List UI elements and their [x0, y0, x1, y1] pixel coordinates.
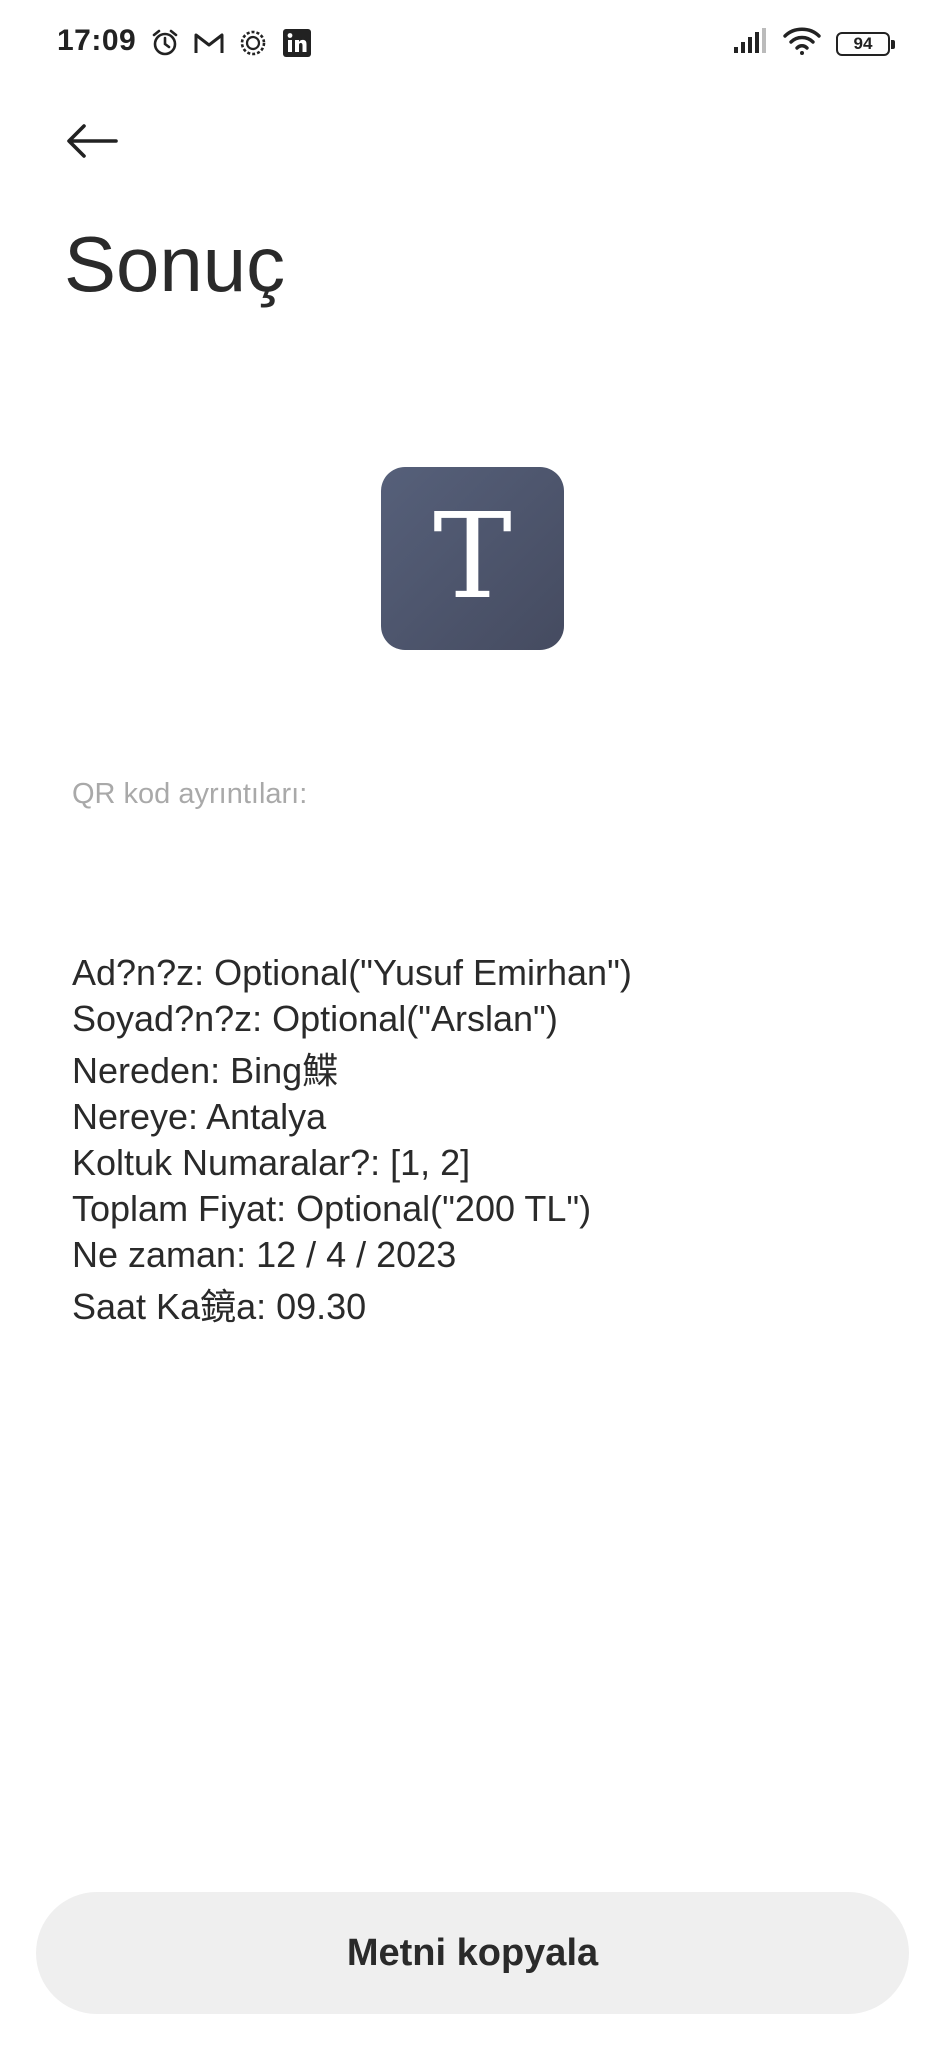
detail-line: Nereden: Bing鰈	[72, 1050, 339, 1091]
signal-icon	[732, 27, 768, 60]
battery-level: 94	[853, 33, 873, 53]
detail-line: Soyad?n?z: Optional("Arslan")	[72, 998, 558, 1039]
linkedin-icon	[280, 26, 314, 60]
page-title: Sonuç	[64, 220, 286, 308]
gmail-icon	[192, 26, 226, 60]
alarm-icon	[148, 26, 182, 60]
arrow-left-icon	[67, 124, 118, 158]
notification-icons	[148, 26, 314, 60]
copy-text-button[interactable]: Metni kopyala	[36, 1892, 909, 2014]
detail-line: Koltuk Numaralar?: [1, 2]	[72, 1142, 471, 1183]
battery-icon: 94	[836, 31, 895, 56]
detail-line: Ad?n?z: Optional("Yusuf Emirhan")	[72, 952, 632, 993]
qr-details-label: QR kod ayrıntıları:	[72, 778, 308, 810]
sync-icon	[236, 26, 270, 60]
detail-line: Saat Ka鏡a: 09.30	[72, 1286, 367, 1327]
type-letter: T	[433, 486, 512, 625]
system-icons: 94	[732, 26, 895, 61]
status-time: 17:09	[57, 24, 137, 57]
back-button[interactable]	[64, 112, 120, 170]
status-bar: 17:09 94	[0, 0, 945, 88]
qr-details-text: Ad?n?z: Optional("Yusuf Emirhan") Soyad?…	[72, 950, 632, 1330]
text-type-icon: T	[381, 467, 564, 650]
wifi-icon	[782, 26, 822, 61]
detail-line: Toplam Fiyat: Optional("200 TL")	[72, 1188, 592, 1229]
detail-line: Ne zaman: 12 / 4 / 2023	[72, 1234, 457, 1275]
detail-line: Nereye: Antalya	[72, 1096, 327, 1137]
